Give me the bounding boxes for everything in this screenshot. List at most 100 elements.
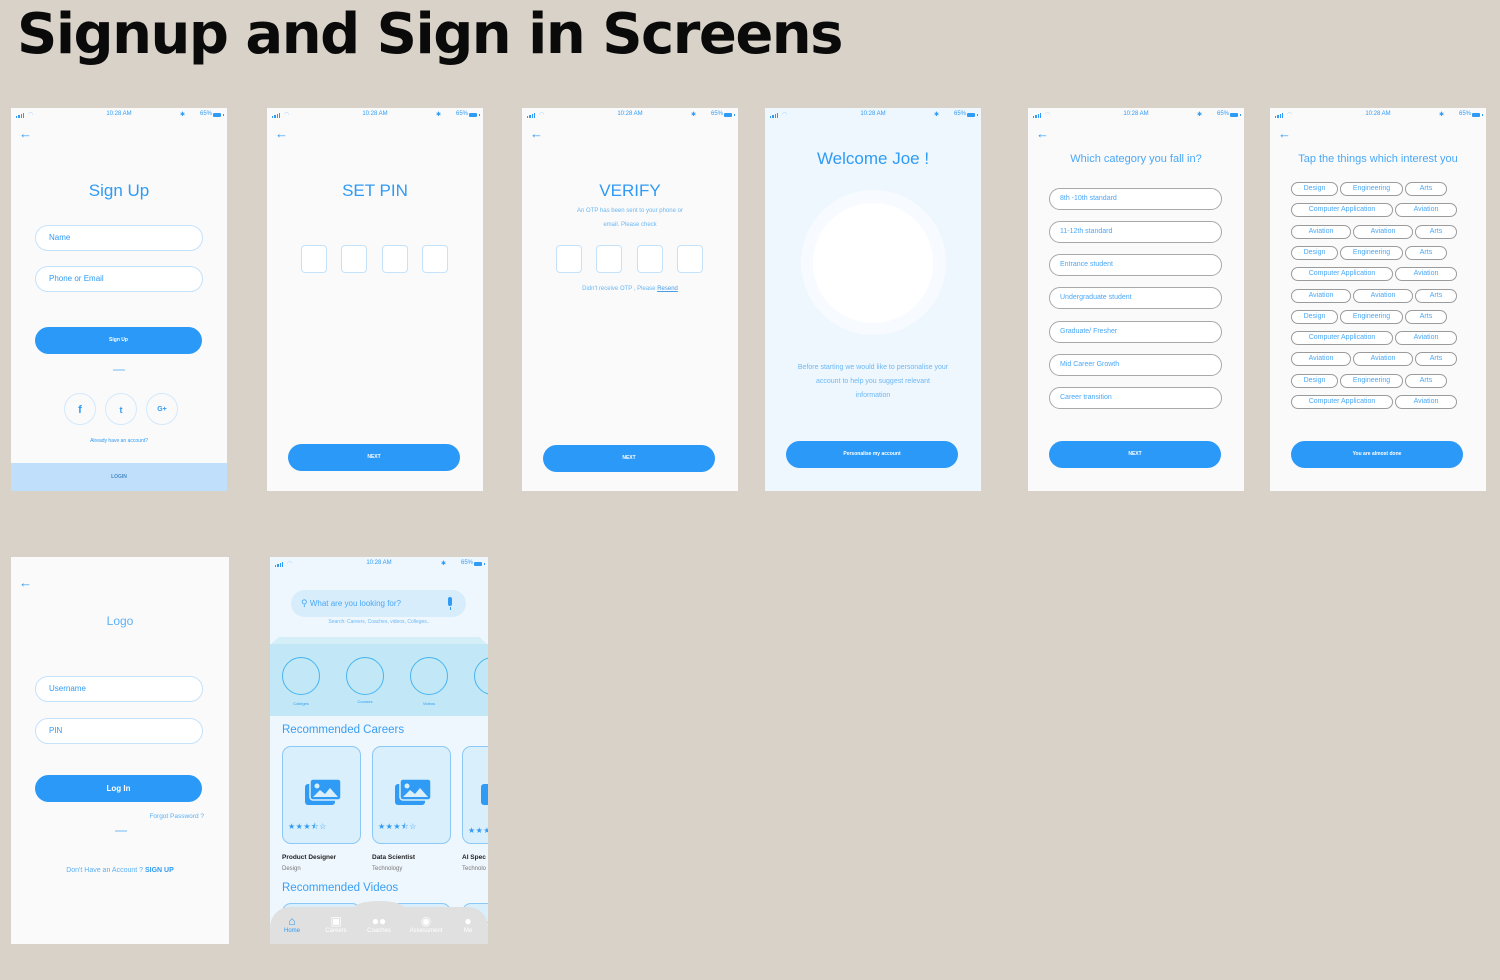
- status-bar: ◠ 10:28 AM ✱ 65%: [765, 108, 981, 124]
- tab-me[interactable]: ● Me: [448, 914, 488, 935]
- tab-label: Coaches: [367, 928, 391, 934]
- tab-home[interactable]: ⌂ Home: [272, 915, 312, 935]
- interest-chip[interactable]: Arts: [1405, 182, 1447, 196]
- next-button[interactable]: NEXT: [288, 444, 460, 471]
- battery-icon: [1230, 113, 1238, 117]
- battery-tip: [734, 114, 735, 116]
- avatar-placeholder[interactable]: [813, 203, 933, 323]
- interest-chip[interactable]: Design: [1291, 245, 1338, 260]
- career-card[interactable]: ★★★: [462, 746, 488, 844]
- tab-careers[interactable]: ▣ Careers: [316, 915, 356, 935]
- interest-chip[interactable]: Aviation: [1353, 288, 1413, 303]
- pin-digit-1[interactable]: [301, 245, 327, 273]
- interest-chip[interactable]: Aviation: [1291, 224, 1351, 239]
- interest-chip[interactable]: Engineering: [1340, 373, 1403, 388]
- interest-chip[interactable]: Aviation: [1395, 203, 1457, 218]
- microphone-icon[interactable]: [448, 597, 452, 610]
- username-input[interactable]: Username: [35, 676, 203, 702]
- pin-input[interactable]: PIN: [35, 718, 203, 744]
- divider: [113, 369, 125, 371]
- interest-chip[interactable]: Aviation: [1395, 395, 1457, 409]
- quick-link-videos[interactable]: [410, 657, 448, 695]
- interest-chip[interactable]: Aviation: [1395, 267, 1457, 282]
- next-button[interactable]: NEXT: [1049, 441, 1221, 468]
- interest-chip[interactable]: Computer Application: [1291, 395, 1393, 409]
- back-arrow-icon[interactable]: ←: [275, 126, 288, 141]
- tab-label: Assessment: [409, 928, 443, 934]
- interest-chip[interactable]: Design: [1291, 309, 1338, 324]
- interest-chip[interactable]: Aviation: [1395, 331, 1457, 346]
- resend-link[interactable]: Resend: [657, 286, 678, 292]
- tab-bar-bump: [354, 901, 404, 915]
- login-button[interactable]: Log In: [35, 775, 202, 802]
- pin-digit-4[interactable]: [422, 245, 448, 273]
- search-input[interactable]: ⚲ What are you looking for?: [291, 590, 466, 617]
- twitter-icon[interactable]: t: [105, 393, 137, 425]
- bluetooth-icon: ✱: [933, 112, 939, 118]
- career-card[interactable]: ★★★⯪☆: [282, 746, 361, 844]
- quick-link-colleges[interactable]: [282, 657, 320, 695]
- already-have-account-link[interactable]: Already have an account?: [11, 438, 227, 444]
- signup-button[interactable]: Sign Up: [35, 327, 202, 354]
- category-option[interactable]: Career transition: [1049, 387, 1222, 409]
- personalise-button[interactable]: Personalise my account: [786, 441, 958, 468]
- search-hint: Search: Careers, Coaches, videos, Colleg…: [328, 619, 430, 625]
- battery-tip: [1240, 114, 1241, 116]
- category-option[interactable]: Entrance student: [1049, 254, 1222, 276]
- interest-chip[interactable]: Arts: [1415, 288, 1457, 303]
- interest-chip[interactable]: Aviation: [1353, 352, 1413, 367]
- forgot-password-link[interactable]: Forgot Password ?: [149, 813, 204, 820]
- signup-link[interactable]: SIGN UP: [145, 867, 174, 874]
- interest-chip[interactable]: Computer Application: [1291, 203, 1393, 218]
- career-card[interactable]: ★★★⯪☆: [372, 746, 451, 844]
- back-arrow-icon[interactable]: ←: [19, 575, 32, 590]
- interest-chip[interactable]: Design: [1291, 373, 1338, 388]
- profile-icon: ●: [464, 914, 472, 928]
- welcome-message-line3: information: [855, 392, 891, 399]
- category-option[interactable]: 8th -10th standard: [1049, 188, 1222, 210]
- facebook-icon[interactable]: f: [64, 393, 96, 425]
- resend-prefix: Didn't receive OTP , Please: [582, 286, 658, 292]
- back-arrow-icon[interactable]: ←: [1278, 126, 1291, 141]
- interest-chip[interactable]: Arts: [1405, 245, 1447, 260]
- otp-digit-4[interactable]: [677, 245, 703, 273]
- battery-tip: [223, 114, 224, 116]
- next-button[interactable]: NEXT: [543, 445, 715, 472]
- interest-chip[interactable]: Arts: [1405, 373, 1447, 388]
- category-option[interactable]: Graduate/ Fresher: [1049, 321, 1222, 343]
- pin-digit-3[interactable]: [382, 245, 408, 273]
- interest-chip[interactable]: Arts: [1415, 224, 1457, 239]
- interest-chip[interactable]: Arts: [1405, 309, 1447, 324]
- login-bar-button[interactable]: LOGIN: [11, 463, 227, 491]
- category-option[interactable]: 11-12th standard: [1049, 221, 1222, 243]
- interest-chip[interactable]: Aviation: [1291, 288, 1351, 303]
- interest-chip[interactable]: Computer Application: [1291, 331, 1393, 346]
- google-plus-icon[interactable]: G+: [146, 393, 178, 425]
- interest-chip[interactable]: Design: [1291, 182, 1338, 196]
- back-arrow-icon[interactable]: ←: [1036, 126, 1049, 141]
- interest-chip[interactable]: Arts: [1415, 352, 1457, 367]
- category-option[interactable]: Mid Career Growth: [1049, 354, 1222, 376]
- interest-chip[interactable]: Engineering: [1340, 182, 1403, 196]
- interest-chip[interactable]: Aviation: [1353, 224, 1413, 239]
- quick-link-courses[interactable]: [346, 657, 384, 695]
- almost-done-button[interactable]: You are almost done: [1291, 441, 1463, 468]
- chip-row: Aviation Aviation Arts: [1291, 352, 1457, 367]
- back-arrow-icon[interactable]: ←: [530, 126, 543, 141]
- interest-chip[interactable]: Engineering: [1340, 309, 1403, 324]
- tab-coaches[interactable]: ●● Coaches: [359, 915, 399, 935]
- career-title: AI Spec: [462, 854, 486, 861]
- interest-chip[interactable]: Computer Application: [1291, 267, 1393, 282]
- category-option[interactable]: Undergraduate student: [1049, 287, 1222, 309]
- tab-assessment[interactable]: ◉ Assessment: [406, 915, 446, 935]
- set-pin-title: SET PIN: [342, 181, 408, 200]
- name-input[interactable]: Name: [35, 225, 203, 251]
- otp-digit-2[interactable]: [596, 245, 622, 273]
- otp-digit-3[interactable]: [637, 245, 663, 273]
- back-arrow-icon[interactable]: ←: [19, 126, 32, 141]
- phone-email-input[interactable]: Phone or Email: [35, 266, 203, 292]
- interest-chip[interactable]: Aviation: [1291, 352, 1351, 367]
- interest-chip[interactable]: Engineering: [1340, 245, 1403, 260]
- pin-digit-2[interactable]: [341, 245, 367, 273]
- otp-digit-1[interactable]: [556, 245, 582, 273]
